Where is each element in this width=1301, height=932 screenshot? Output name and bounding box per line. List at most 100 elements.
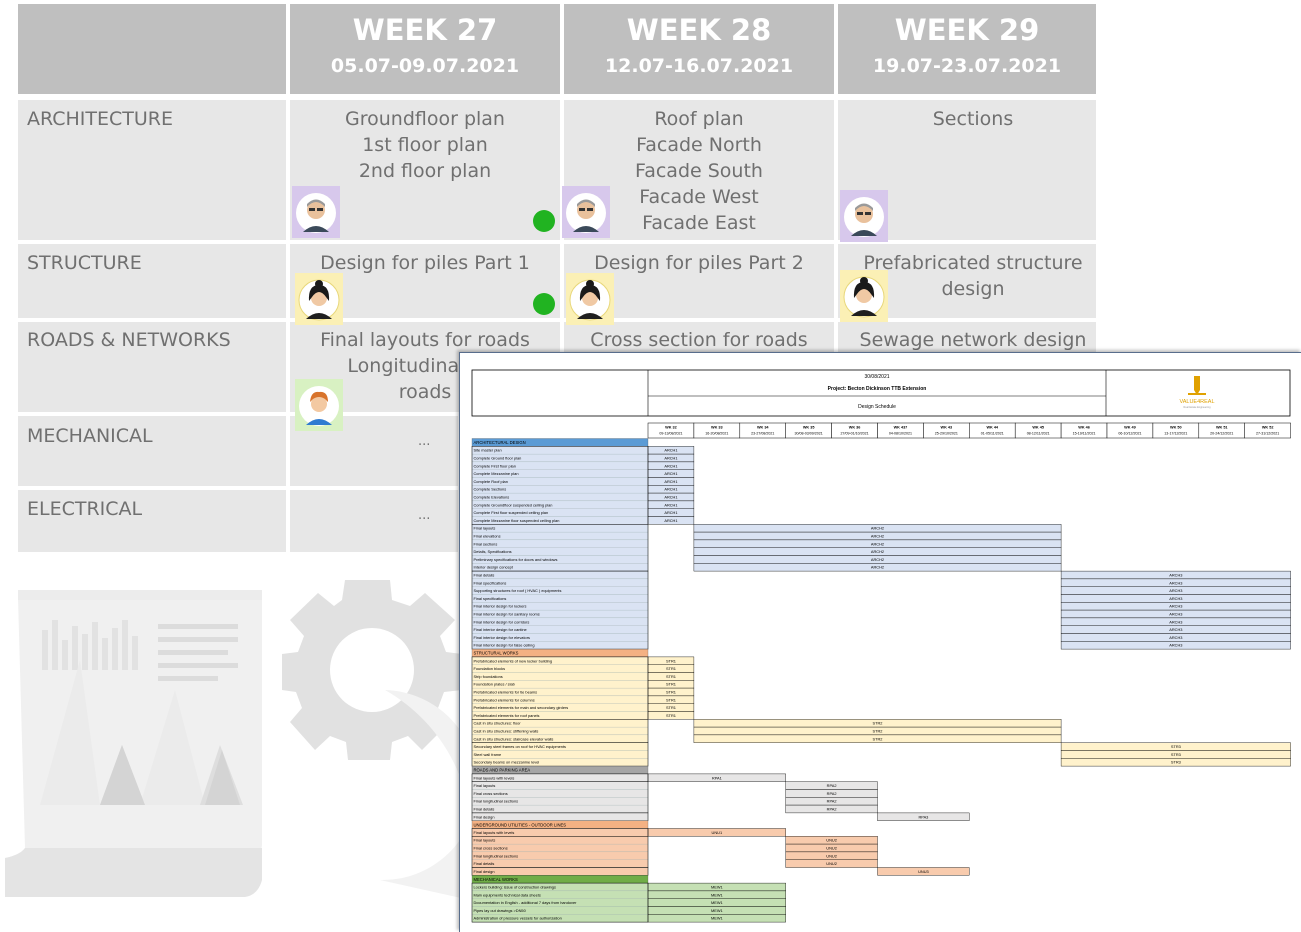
week-dates: 01-05/11/2021 — [981, 432, 1004, 436]
logo-text: VALUE4REAL — [1179, 399, 1214, 405]
task-name: Supporting structures for roof ( HVAC ) … — [474, 588, 562, 593]
task-item: 1st floor plan — [362, 134, 488, 156]
task-name: Lockers building: issue of construction … — [474, 885, 556, 890]
task-row — [471, 859, 649, 868]
gantt-bar-code: STR2 — [873, 736, 883, 741]
task-name: Complete Roof plan — [474, 479, 508, 484]
task-name: Final layouts — [474, 526, 496, 531]
week-header: WEEK 27 05.07-09.07.2021 — [290, 4, 560, 94]
gantt-bar-code: STR1 — [666, 690, 676, 695]
gantt-bar-code: RPA2 — [827, 783, 837, 788]
gantt-bar-code: ARCH1 — [664, 479, 677, 484]
gantt-bar-code: ARCH3 — [1169, 612, 1182, 617]
task-row — [471, 570, 649, 580]
gantt-bar-code: ARCH2 — [871, 565, 884, 570]
gantt-bar-code: UNU2 — [826, 861, 837, 866]
task-name: Administration of pressure vessels for a… — [474, 916, 562, 921]
task-item: Final layouts for roads — [320, 329, 530, 351]
gantt-bar-code: ARCH1 — [664, 495, 677, 500]
task-name: Final cross sections — [474, 791, 508, 796]
task-name: Final cross sections — [474, 846, 508, 851]
task-name: Final elevations — [474, 534, 501, 539]
gantt-bar-code: STR3 — [1171, 744, 1181, 749]
gantt-bar-code: ARCH1 — [664, 471, 677, 476]
gear-icon — [282, 580, 478, 900]
task-name: Final interior design for corridors — [474, 619, 530, 624]
gantt-bar-code: UNU3 — [918, 869, 929, 874]
week-title: WEEK 29 — [894, 13, 1040, 47]
task-name: Final interior design for lockers — [474, 604, 527, 609]
gantt-bar-code: STR2 — [873, 729, 883, 734]
row-label-architecture: ARCHITECTURE — [27, 108, 174, 130]
gantt-bar-code: STR2 — [873, 721, 883, 726]
task-row — [471, 539, 649, 548]
gantt-bar-code: ARCH3 — [1169, 573, 1182, 578]
ellipsis: ... — [418, 434, 431, 449]
schedule-title-block: 30/08/2021 Project: Becton Dickinson TTB… — [471, 369, 1291, 417]
task-cell: Sections — [838, 106, 1108, 132]
task-item: Cross section for roads — [590, 329, 808, 351]
task-name: Complete First floor suspended ceiling p… — [474, 510, 549, 515]
gantt-bar-code: ARCH3 — [1169, 596, 1182, 601]
task-name: Prefabricated elements for tie beams — [474, 690, 538, 695]
row-label-electrical: ELECTRICAL — [27, 498, 143, 520]
gantt-bar-code: MEW1 — [711, 885, 723, 890]
task-name: Final layouts — [474, 838, 496, 843]
gantt-bar-code: RPA2 — [827, 791, 837, 796]
gantt-bar-code: STR1 — [666, 682, 676, 687]
row-label-mechanical: MECHANICAL — [27, 425, 153, 447]
task-name: Final details — [474, 861, 495, 866]
task-item: Facade South — [635, 160, 763, 182]
week-number: WK 51 — [1216, 426, 1228, 430]
gantt-bar-code: ARCH1 — [664, 487, 677, 492]
status-dot — [533, 210, 555, 232]
gantt-bar-code: STR3 — [1171, 760, 1181, 765]
week-number: WK 34 — [757, 426, 769, 430]
task-item: Groundfloor plan — [345, 108, 505, 130]
task-name: Main equipments technical data sheets — [474, 892, 541, 897]
gantt-bar-code: MEW1 — [711, 908, 723, 913]
row-label-structure: STRUCTURE — [27, 252, 142, 274]
gantt-bar-code: ARCH3 — [1169, 627, 1182, 632]
task-name: Final layouts — [474, 783, 496, 788]
task-name: Final details — [474, 807, 495, 812]
task-name: Complete Groundfloor suspended ceiling p… — [474, 502, 553, 507]
week-number: WK 43 — [941, 426, 953, 430]
week-dates: 20-24/12/2021 — [1210, 432, 1233, 436]
design-schedule-sheet: 30/08/2021 Project: Becton Dickinson TTB… — [471, 369, 1291, 923]
task-name: Cast in situ structures: stiffening wall… — [474, 729, 539, 734]
task-name: Final longitudinal sections — [474, 799, 519, 804]
status-dot — [533, 293, 555, 315]
task-name: Complete First floor plan — [474, 463, 516, 468]
task-item: 2nd floor plan — [358, 160, 492, 182]
week-dates: 04-08/10/2021 — [889, 432, 912, 436]
week-number: WK 437 — [894, 426, 908, 430]
design-schedule-document: 30/08/2021 Project: Becton Dickinson TTB… — [459, 352, 1301, 932]
young-male-avatar-icon — [295, 379, 343, 431]
schedule-subtitle: Design Schedule — [858, 404, 896, 410]
task-item: Sewage network design — [859, 329, 1087, 351]
task-name: Final design — [474, 869, 495, 874]
gantt-bar-code: MEW1 — [711, 916, 723, 921]
task-name: Final interior design for elevators — [474, 635, 530, 640]
task-name: Secondary beams on mezzanine level — [474, 760, 540, 765]
gantt-bar-code: STR1 — [666, 666, 676, 671]
gantt-bar-code: MEW1 — [711, 892, 723, 897]
task-row — [471, 804, 649, 814]
week-dates: 23-27/08/2021 — [751, 432, 774, 436]
task-row — [471, 524, 649, 533]
task-name: Prefabricated elements for columns — [474, 697, 535, 702]
task-name: Final specifications — [474, 596, 507, 601]
gantt-bar-code: ARCH2 — [871, 534, 884, 539]
week-dates: 05.07-09.07.2021 — [330, 55, 520, 77]
section-title: MECHANICAL WORKS — [474, 877, 518, 882]
gantt-bar-code: ARCH3 — [1169, 604, 1182, 609]
task-name: Final interior design for false ceiling — [474, 643, 535, 648]
week-number: WK 33 — [711, 426, 723, 430]
task-name: Pipes lay out drawings >DN50 — [474, 908, 527, 913]
task-cell: Cross section for roads — [564, 327, 834, 353]
gantt-bar-code: STR1 — [666, 674, 676, 679]
report-document-icon — [5, 590, 262, 897]
week-dates: 30/08-03/09/2021 — [795, 432, 823, 436]
week-title: WEEK 28 — [626, 13, 772, 47]
